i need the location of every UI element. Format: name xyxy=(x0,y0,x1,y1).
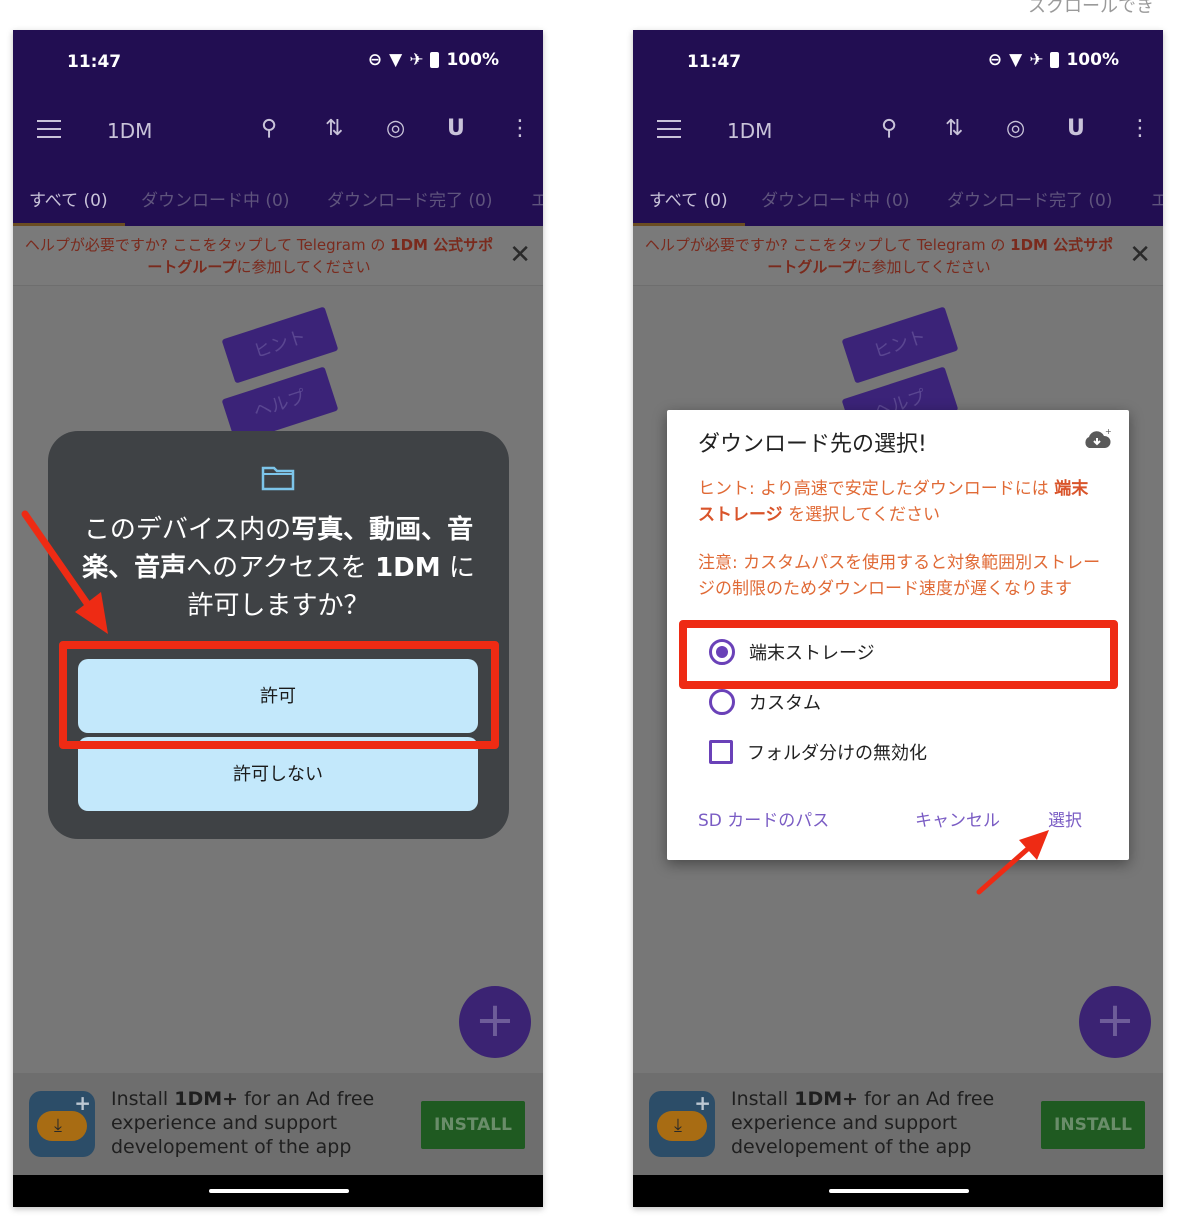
status-time: 11:47 xyxy=(687,52,742,72)
ad-text: Install 1DM+ for an Ad free experience a… xyxy=(731,1088,995,1158)
menu-icon[interactable] xyxy=(37,120,61,138)
tab-all[interactable]: すべて (0) xyxy=(649,186,728,211)
airplane-icon: ✈ xyxy=(409,50,424,70)
dialog-title: ダウンロード先の選択! xyxy=(698,432,927,457)
option-label: フォルダ分けの無効化 xyxy=(747,743,927,764)
tab-downloading[interactable]: ダウンロード中 (0) xyxy=(141,186,289,211)
search-icon[interactable]: ⚲ xyxy=(881,116,897,141)
wifi-icon: ▼ xyxy=(1009,50,1023,70)
option-label: カスタム xyxy=(749,693,821,714)
sort-icon[interactable]: ⇅ xyxy=(945,116,963,141)
dnd-icon: ⊖ xyxy=(367,50,383,70)
status-bar: 11:47 ⊖ ▼ ✈ 100% xyxy=(13,30,543,92)
ad-text: Install 1DM+ for an Ad free experience a… xyxy=(111,1088,375,1158)
magnet-icon[interactable]: U xyxy=(447,116,465,141)
app-plus-icon: ⤓ + xyxy=(29,1091,95,1157)
home-handle[interactable] xyxy=(829,1189,969,1193)
svg-text:+: + xyxy=(1105,428,1111,436)
hint-text: ヒント: より高速で安定したダウンロードには 端末ストレージ を選択してください xyxy=(698,479,1089,525)
allow-highlight-box xyxy=(59,641,499,749)
nav-bar xyxy=(13,1175,543,1207)
wifi-icon: ▼ xyxy=(389,50,403,70)
battery-icon xyxy=(430,52,440,68)
battery-percent: 100% xyxy=(1066,50,1119,70)
status-bar: 11:47 ⊖ ▼ ✈ 100% xyxy=(633,30,1163,92)
app-bar: 1DM ⚲ ⇅ ◎ U ⋮ xyxy=(13,92,543,170)
pointer-arrow-icon xyxy=(21,510,108,634)
menu-icon[interactable] xyxy=(657,120,681,138)
device-storage-highlight-box xyxy=(679,620,1118,689)
help-banner[interactable]: ヘルプが必要ですか? ここをタップして Telegram の 1DM 公式サポー… xyxy=(13,226,543,286)
add-download-button[interactable]: + xyxy=(459,986,531,1058)
battery-percent: 100% xyxy=(446,50,499,70)
option-disable-folders[interactable]: フォルダ分けの無効化 xyxy=(709,739,927,765)
checkbox-disable-folders[interactable] xyxy=(709,740,733,764)
status-icons: ⊖ ▼ ✈ 100% xyxy=(988,50,1119,70)
home-handle[interactable] xyxy=(209,1189,349,1193)
close-icon[interactable]: ✕ xyxy=(1129,240,1151,270)
install-button[interactable]: INSTALL xyxy=(1041,1101,1145,1149)
tab-more[interactable]: エ xyxy=(531,186,543,211)
nav-bar xyxy=(633,1175,1163,1207)
cloud-download-icon[interactable]: + xyxy=(1083,428,1111,450)
note-text: 注意: カスタムパスを使用すると対象範囲別ストレージの制限のためダウンロード速度… xyxy=(698,553,1101,599)
ad-banner: ⤓ + Install 1DM+ for an Ad free experienc… xyxy=(633,1073,1163,1175)
help-text: ヘルプが必要ですか? ここをタップして Telegram の 1DM 公式サポー… xyxy=(644,236,1114,276)
tab-bar: すべて (0) ダウンロード中 (0) ダウンロード完了 (0) エ xyxy=(13,170,543,226)
app-bar: 1DM ⚲ ⇅ ◎ U ⋮ xyxy=(633,92,1163,170)
battery-icon xyxy=(1050,52,1060,68)
more-icon[interactable]: ⋮ xyxy=(509,116,531,141)
tab-completed[interactable]: ダウンロード完了 (0) xyxy=(327,186,492,211)
search-icon[interactable]: ⚲ xyxy=(261,116,277,141)
app-title: 1DM xyxy=(107,119,153,143)
help-banner[interactable]: ヘルプが必要ですか? ここをタップして Telegram の 1DM 公式サポー… xyxy=(633,226,1163,286)
app-title: 1DM xyxy=(727,119,773,143)
tab-completed[interactable]: ダウンロード完了 (0) xyxy=(947,186,1112,211)
more-icon[interactable]: ⋮ xyxy=(1129,116,1151,141)
airplane-icon: ✈ xyxy=(1029,50,1044,70)
tab-downloading[interactable]: ダウンロード中 (0) xyxy=(761,186,909,211)
permission-message: このデバイス内の写真、動画、音楽、音声へのアクセスを 1DM に許可しますか？ xyxy=(82,515,475,621)
tab-all[interactable]: すべて (0) xyxy=(29,186,108,211)
dnd-icon: ⊖ xyxy=(987,50,1003,70)
radio-custom[interactable] xyxy=(709,689,735,715)
sort-icon[interactable]: ⇅ xyxy=(325,116,343,141)
sd-card-path-button[interactable]: SD カードのパス xyxy=(698,806,829,831)
phone-screen-download-location: 11:47 ⊖ ▼ ✈ 100% 1DM ⚲ ⇅ ◎ U ⋮ すべて (0) ダ… xyxy=(633,30,1163,1207)
close-icon[interactable]: ✕ xyxy=(509,240,531,270)
top-note: スクロールでき xyxy=(1028,0,1154,17)
ad-banner: ⤓ + Install 1DM+ for an Ad free experienc… xyxy=(13,1073,543,1175)
app-plus-icon: ⤓ + xyxy=(649,1091,715,1157)
install-button[interactable]: INSTALL xyxy=(421,1101,525,1149)
add-download-button[interactable]: + xyxy=(1079,986,1151,1058)
browser-icon[interactable]: ◎ xyxy=(1006,116,1025,141)
tab-bar: すべて (0) ダウンロード中 (0) ダウンロード完了 (0) エ xyxy=(633,170,1163,226)
tab-more[interactable]: エ xyxy=(1151,186,1163,211)
help-text: ヘルプが必要ですか? ここをタップして Telegram の 1DM 公式サポー… xyxy=(24,236,494,276)
magnet-icon[interactable]: U xyxy=(1067,116,1085,141)
status-icons: ⊖ ▼ ✈ 100% xyxy=(368,50,499,70)
folder-icon xyxy=(261,466,295,491)
browser-icon[interactable]: ◎ xyxy=(386,116,405,141)
phone-screen-permission: 11:47 ⊖ ▼ ✈ 100% 1DM ⚲ ⇅ ◎ U ⋮ すべて (0) ダ… xyxy=(13,30,543,1207)
pointer-arrow-icon xyxy=(976,830,1049,895)
status-time: 11:47 xyxy=(67,52,122,72)
option-custom[interactable]: カスタム xyxy=(709,689,821,715)
